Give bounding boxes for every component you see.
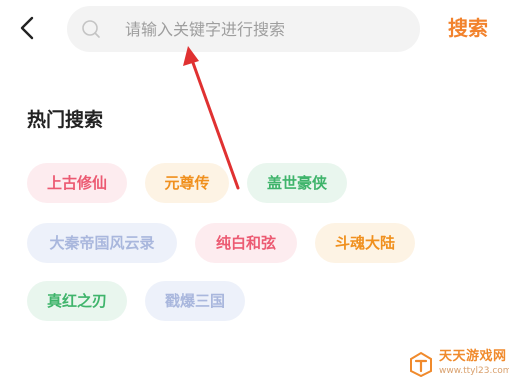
hot-search-title: 热门搜索: [27, 109, 104, 131]
search-icon: [82, 20, 100, 38]
hot-tag-gaishi-haoxia[interactable]: 盖世豪侠: [247, 163, 347, 203]
hot-tag-shanggu-xiuxian[interactable]: 上古修仙: [27, 163, 127, 203]
hot-tag-yuanzun-zhuan[interactable]: 元尊传: [145, 163, 229, 203]
hot-tag-chunbai-hexian[interactable]: 纯白和弦: [195, 223, 297, 263]
watermark-logo-icon: [410, 351, 432, 377]
watermark: 天天游戏网 www.ttyl23.com: [405, 348, 509, 380]
hot-tag-chuobao-sanguo[interactable]: 戳爆三国: [145, 281, 245, 321]
hot-tag-douhun-dalu[interactable]: 斗魂大陆: [315, 223, 415, 263]
chevron-left-icon: [20, 16, 34, 40]
back-button[interactable]: [14, 14, 42, 42]
watermark-title: 天天游戏网: [439, 349, 507, 364]
watermark-url: www.ttyl23.com: [439, 366, 509, 376]
hot-tag-zhenhong-zhiren[interactable]: 真红之刃: [27, 281, 127, 321]
search-button[interactable]: 搜索: [448, 14, 488, 42]
search-input[interactable]: [125, 6, 405, 52]
hot-tag-daqin-diguo[interactable]: 大秦帝国风云录: [27, 223, 177, 263]
search-bar[interactable]: [67, 6, 420, 52]
